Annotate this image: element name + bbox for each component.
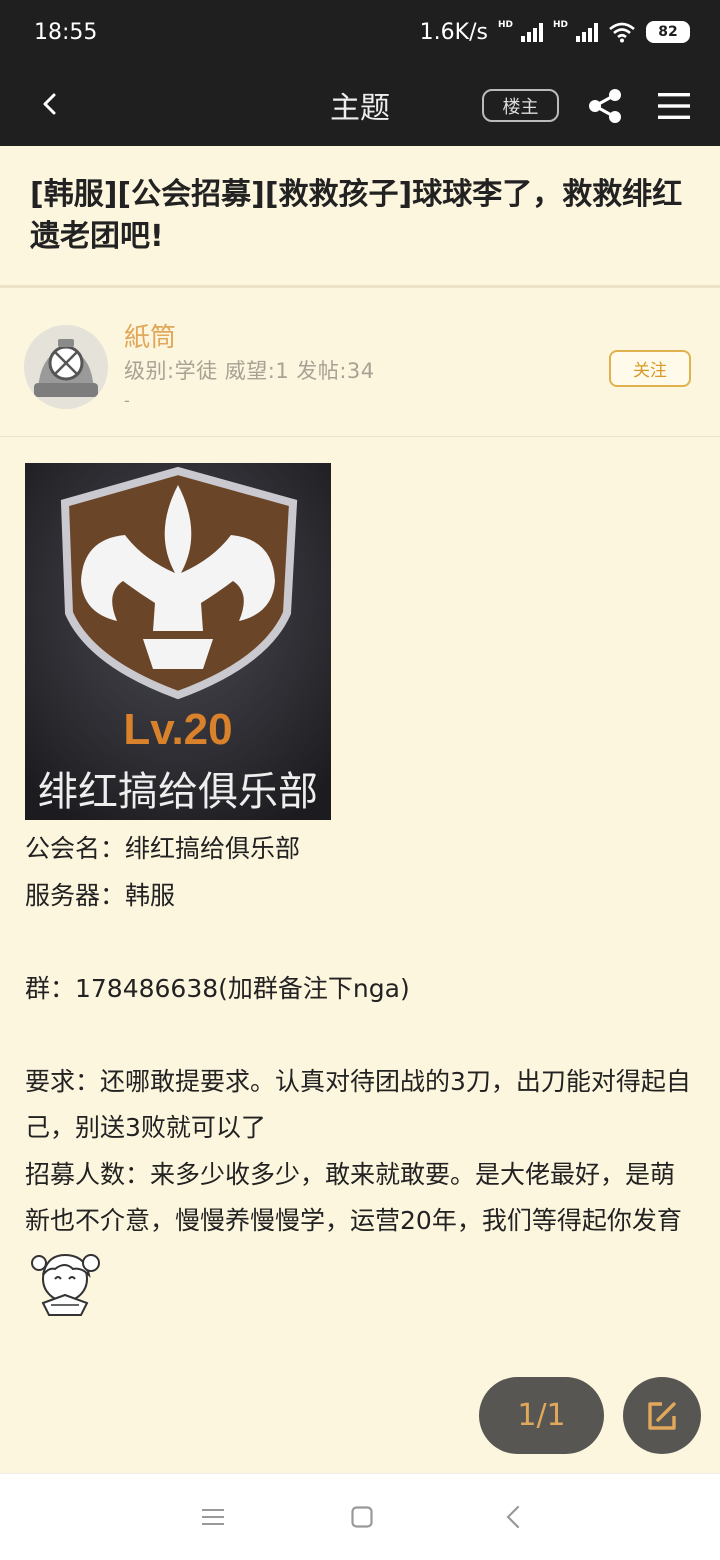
author-signature: -: [124, 391, 130, 410]
system-back-icon[interactable]: [505, 1505, 521, 1529]
guild-level-text: Lv.20: [123, 705, 233, 754]
author-meta: 级别:学徒 威望:1 发帖:34: [124, 359, 375, 383]
diver-helmet-icon: [24, 325, 108, 409]
content-line: 公会名：绯红搞给俱乐部: [25, 834, 301, 863]
content-line-with-sticker: 招募人数：来多少收多少，敢来就敢要。是大佬最好，是萌新也不介意，慢慢养慢慢学，运…: [25, 1152, 695, 1327]
clock: 18:55: [34, 19, 98, 45]
status-icons: 1.6K/s HD HD 82: [420, 20, 690, 45]
hd-label: HD: [497, 19, 513, 30]
edit-icon: [648, 1401, 676, 1430]
home-icon[interactable]: [351, 1506, 373, 1528]
wifi-icon: [609, 22, 635, 43]
content-line-text: 招募人数：来多少收多少，敢来就敢要。是大佬最好，是萌新也不介意，慢慢养慢慢学，运…: [25, 1159, 682, 1236]
content-line: 群：178486638(加群备注下nga): [25, 973, 410, 1003]
share-icon[interactable]: [586, 88, 624, 124]
hd-label-2: HD: [552, 19, 568, 30]
post-content: 公会名：绯红搞给俱乐部 服务器：韩服 群：178486638(加群备注下nga)…: [25, 826, 695, 1326]
system-navigation-bar: [0, 1473, 720, 1560]
content-line-blank: [25, 1012, 695, 1059]
author-row: 紙筒 级别:学徒 威望:1 发帖:34 - 关注: [0, 291, 720, 437]
avatar[interactable]: [24, 325, 108, 409]
op-only-button[interactable]: 楼主: [482, 89, 559, 122]
author-name[interactable]: 紙筒: [124, 317, 176, 354]
page-indicator-button[interactable]: 1/1: [479, 1377, 604, 1454]
signal-icon: [520, 22, 543, 42]
post-title: [韩服][公会招募][救救孩子]球球李了，救救绯红遗老团吧!: [0, 146, 720, 288]
back-icon[interactable]: [34, 86, 70, 122]
reply-button[interactable]: [623, 1377, 701, 1454]
status-bar: 18:55 1.6K/s HD HD 82: [0, 0, 720, 64]
battery-indicator: 82: [646, 21, 690, 43]
top-nav-bar: 主题 楼主: [0, 64, 720, 146]
menu-icon[interactable]: [656, 90, 692, 122]
signal-icon-2: [576, 22, 598, 42]
recent-apps-icon[interactable]: [202, 1507, 224, 1527]
content-line: 服务器：韩服: [25, 880, 176, 910]
guild-emblem-image[interactable]: Lv.20 绯红搞给俱乐部: [25, 463, 331, 820]
guild-name-text: 绯红搞给俱乐部: [38, 769, 318, 815]
follow-button[interactable]: 关注: [609, 350, 691, 387]
network-speed: 1.6K/s: [419, 19, 488, 45]
content-line: 要求：还哪敢提要求。认真对待团战的3刀，出刀能对得起自己，别送3败就可以了: [25, 1066, 691, 1143]
anime-girl-sticker-icon: [31, 1253, 100, 1316]
content-line-blank: [25, 919, 695, 966]
